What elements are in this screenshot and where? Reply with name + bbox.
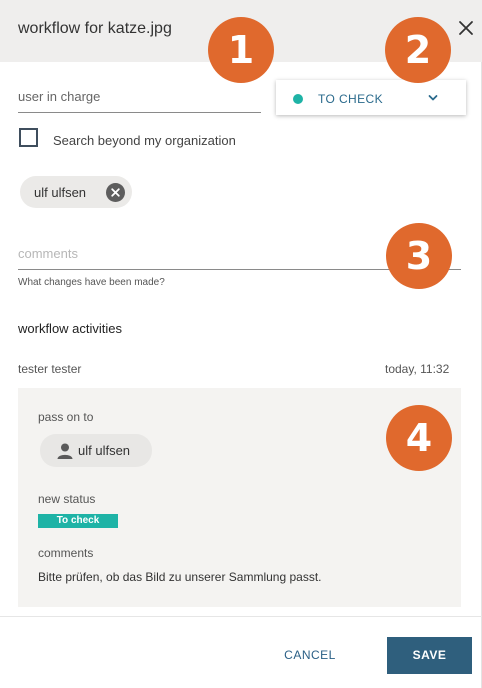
new-status-label: new status	[38, 492, 96, 506]
pass-on-user-chip: ulf ulfsen	[40, 434, 152, 467]
activity-timestamp: today, 11:32	[385, 362, 450, 376]
activity-comment-text: Bitte prüfen, ob das Bild zu unserer Sam…	[38, 570, 322, 584]
assignee-chip-label: ulf ulfsen	[34, 185, 87, 200]
pass-on-label: pass on to	[38, 410, 94, 424]
close-icon[interactable]	[455, 17, 477, 39]
status-dropdown[interactable]: TO CHECK	[276, 80, 466, 115]
footer-divider	[0, 616, 482, 617]
search-beyond-checkbox[interactable]	[19, 128, 38, 147]
status-dropdown-label: TO CHECK	[318, 92, 383, 106]
search-beyond-label: Search beyond my organization	[53, 133, 236, 148]
status-badge: To check	[38, 514, 118, 528]
cancel-button[interactable]: CANCEL	[276, 638, 344, 672]
remove-chip-icon[interactable]	[106, 183, 125, 202]
user-in-charge-field[interactable]	[18, 88, 261, 113]
callout-badge-2: 2	[385, 17, 451, 83]
activities-title: workflow activities	[18, 321, 123, 336]
comments-helper-text: What changes have been made?	[18, 277, 165, 288]
save-button[interactable]: SAVE	[387, 637, 472, 674]
activity-user: tester tester	[18, 362, 82, 376]
callout-badge-4: 4	[386, 405, 452, 471]
activity-comments-label: comments	[38, 546, 94, 560]
status-dot	[293, 94, 303, 104]
assignee-chip: ulf ulfsen	[20, 176, 132, 208]
callout-badge-3: 3	[386, 223, 452, 289]
user-in-charge-input[interactable]	[18, 89, 261, 104]
person-icon	[56, 442, 74, 460]
dialog-title: workflow for katze.jpg	[18, 20, 172, 37]
chevron-down-icon	[426, 91, 440, 103]
pass-on-user-name: ulf ulfsen	[78, 443, 131, 458]
workflow-dialog: workflow for katze.jpg TO CHECK Search b…	[0, 0, 482, 688]
callout-badge-1: 1	[208, 17, 274, 83]
